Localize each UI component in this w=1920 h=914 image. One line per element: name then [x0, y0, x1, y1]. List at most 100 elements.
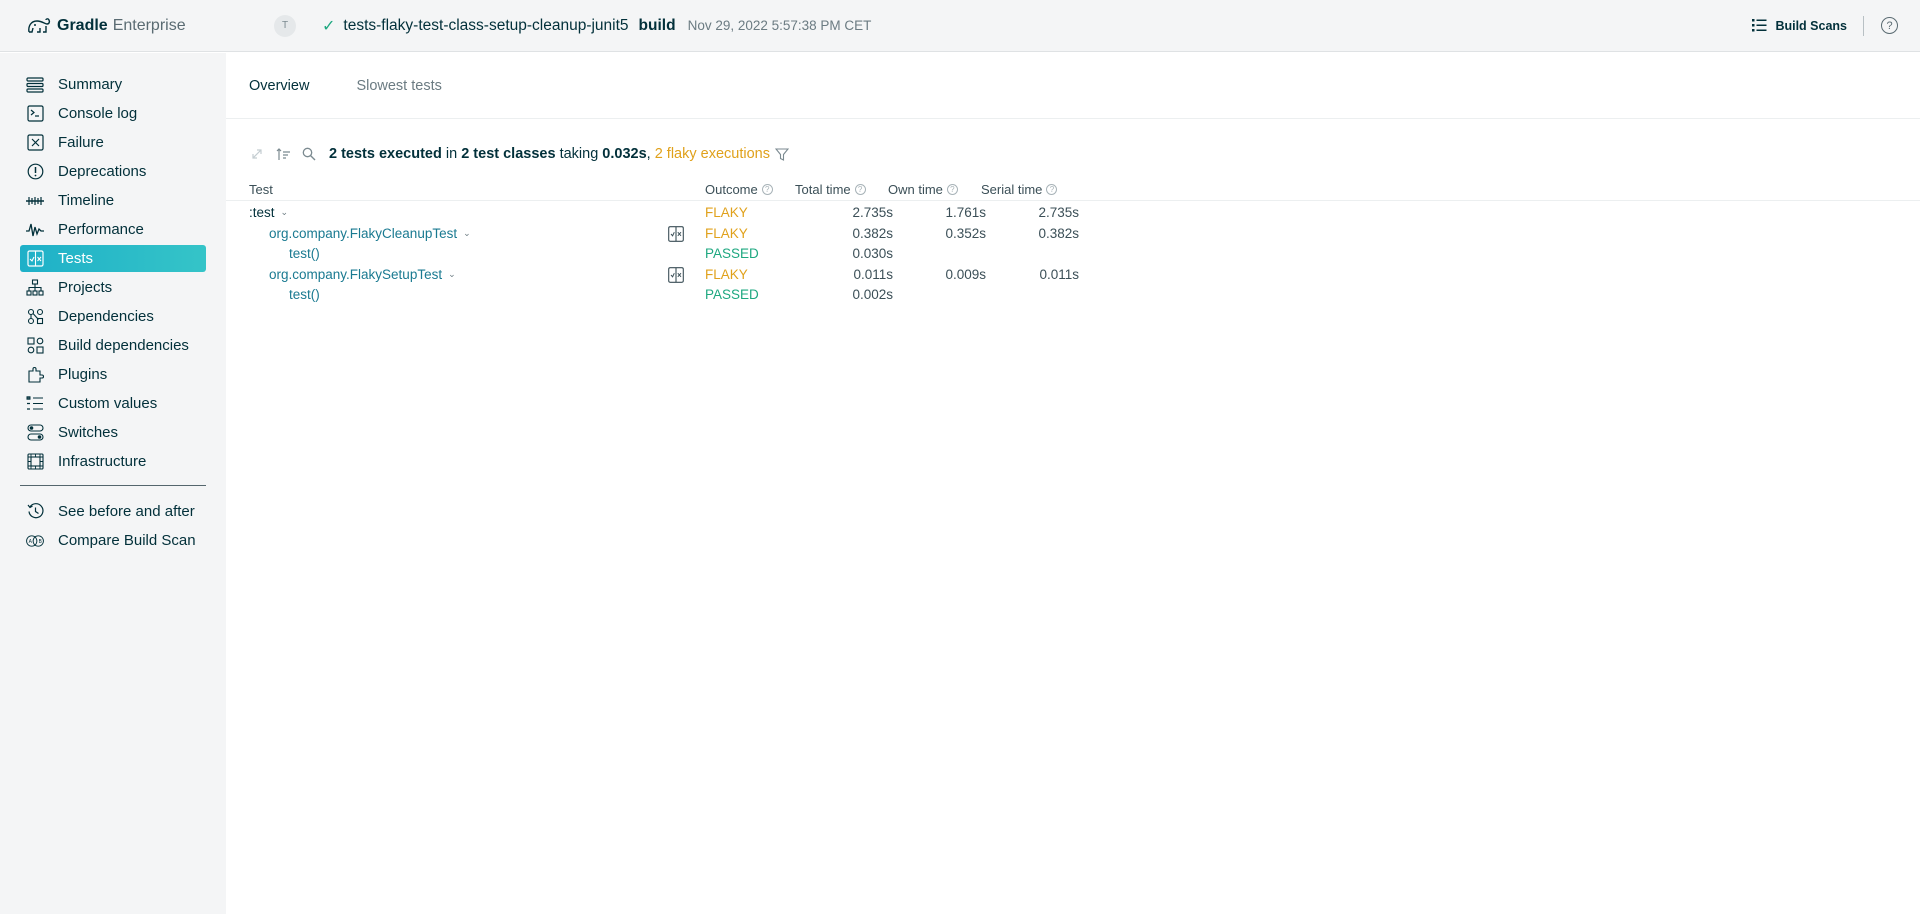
test-name[interactable]: org.company.FlakyCleanupTest ⌄: [269, 226, 471, 241]
flaky-executions-filter[interactable]: 2 flaky executions: [655, 146, 770, 162]
list-icon: [1752, 19, 1767, 32]
sidebar-item-label: Summary: [58, 76, 123, 93]
sort-icon[interactable]: [275, 146, 291, 162]
sidebar-item-label: Console log: [58, 105, 138, 122]
header-test[interactable]: Test: [249, 182, 273, 197]
test-name[interactable]: test(): [289, 287, 320, 302]
sidebar: Summary Console log Failure Deprecations Tim…: [0, 53, 226, 914]
table-body: :test ⌄ FLAKY 2.735s 1.761s 2.735s org.company…: [226, 203, 1920, 306]
sidebar-item-label: Deprecations: [58, 163, 147, 180]
tests-icon: [26, 250, 44, 268]
sidebar-item-build-dependencies[interactable]: Build dependencies: [20, 332, 206, 359]
summary-icon: [26, 76, 44, 94]
build-date: Nov 29, 2022 5:57:38 PM CET: [687, 18, 872, 33]
brand-subname: Enterprise: [112, 16, 186, 34]
history-icon: [26, 503, 44, 521]
header-outcome[interactable]: Outcome?: [705, 182, 773, 197]
table-row[interactable]: org.company.FlakySetupTest ⌄ FLAKY 0.011s 0.…: [226, 265, 1920, 286]
sidebar-item-see-before-and-after[interactable]: See before and after: [20, 498, 206, 525]
logo[interactable]: Gradle Enterprise: [26, 16, 246, 36]
build-scans-link[interactable]: Build Scans: [1752, 19, 1847, 33]
sidebar-item-label: Performance: [58, 221, 144, 238]
table-row[interactable]: :test ⌄ FLAKY 2.735s 1.761s 2.735s: [226, 203, 1920, 224]
test-name[interactable]: test(): [289, 246, 320, 261]
summary-text: 2 tests executed in 2 test classes takin…: [329, 146, 770, 162]
sidebar-item-deprecations[interactable]: Deprecations: [20, 158, 206, 185]
table-row[interactable]: test() PASSED 0.002s: [226, 285, 1920, 306]
header-total-time[interactable]: Total time?: [795, 182, 866, 197]
help-icon[interactable]: ?: [1881, 17, 1898, 34]
sidebar-item-dependencies[interactable]: Dependencies: [20, 303, 206, 330]
sidebar-item-plugins[interactable]: Plugins: [20, 361, 206, 388]
svg-text:A: A: [29, 539, 33, 545]
top-right-actions: Build Scans ?: [1752, 15, 1898, 36]
deprecations-icon: [26, 163, 44, 181]
search-icon[interactable]: [301, 146, 317, 162]
sidebar-item-label: Projects: [58, 279, 113, 296]
performance-icon: [26, 221, 44, 239]
sidebar-nav: Summary Console log Failure Deprecations Tim…: [0, 53, 226, 475]
header-own-time[interactable]: Own time?: [888, 182, 958, 197]
sidebar-item-label: Switches: [58, 424, 119, 441]
tab-slowest-tests[interactable]: Slowest tests: [356, 78, 441, 94]
sidebar-item-performance[interactable]: Performance: [20, 216, 206, 243]
help-icon[interactable]: ?: [1046, 184, 1058, 195]
outcome-badge: FLAKY: [705, 225, 748, 241]
sidebar-item-failure[interactable]: Failure: [20, 129, 206, 156]
sidebar-separator: [20, 485, 206, 486]
sidebar-item-timeline[interactable]: Timeline: [20, 187, 206, 214]
project-name: tests-flaky-test-class-setup-cleanup-jun…: [343, 16, 629, 34]
brand-name: Gradle: [57, 16, 108, 34]
sidebar-item-custom-values[interactable]: Custom values: [20, 390, 206, 417]
sidebar-item-console-log[interactable]: Console log: [20, 100, 206, 127]
test-split-icon[interactable]: [668, 225, 684, 242]
custom-values-icon: [26, 395, 44, 413]
help-icon[interactable]: ?: [761, 184, 773, 195]
expand-icon[interactable]: [249, 146, 265, 162]
header-serial-time[interactable]: Serial time?: [981, 182, 1058, 197]
filter-icon[interactable]: [774, 146, 790, 162]
chevron-down-icon[interactable]: ⌄: [448, 269, 456, 280]
chevron-down-icon[interactable]: ⌄: [463, 228, 471, 239]
header-divider: [1863, 15, 1864, 36]
plugins-icon: [26, 366, 44, 384]
sidebar-item-infrastructure[interactable]: Infrastructure: [20, 448, 206, 475]
table-row[interactable]: org.company.FlakyCleanupTest ⌄ FLAKY 0.382s…: [226, 224, 1920, 245]
sidebar-item-summary[interactable]: Summary: [20, 71, 206, 98]
chevron-down-icon[interactable]: ⌄: [281, 207, 289, 218]
tab-bar: Overview Slowest tests: [226, 53, 1920, 119]
sidebar-item-label: Infrastructure: [58, 453, 147, 470]
table-row[interactable]: test() PASSED 0.030s: [226, 244, 1920, 265]
sidebar-item-tests[interactable]: Tests: [20, 245, 206, 272]
sidebar-item-label: Tests: [58, 250, 94, 267]
help-icon[interactable]: ?: [946, 184, 958, 195]
main-content: Overview Slowest tests 2 tests executed …: [226, 53, 1920, 914]
test-name[interactable]: org.company.FlakySetupTest ⌄: [269, 267, 456, 282]
console-icon: [26, 105, 44, 123]
total-time-value: 0.011s: [853, 266, 893, 282]
sidebar-item-switches[interactable]: Switches: [20, 419, 206, 446]
sidebar-item-projects[interactable]: Projects: [20, 274, 206, 301]
total-time-value: 2.735s: [852, 205, 893, 220]
failure-icon: [26, 134, 44, 152]
sidebar-item-label: Custom values: [58, 395, 158, 412]
sidebar-item-compare-build-scan[interactable]: A B Compare Build Scan: [20, 527, 206, 554]
total-time-value: 0.382s: [852, 225, 893, 241]
build-dependencies-icon: [26, 337, 44, 355]
test-split-icon[interactable]: [668, 266, 684, 283]
tab-overview[interactable]: Overview: [249, 78, 309, 94]
help-icon[interactable]: ?: [854, 184, 866, 195]
serial-time-value: 2.735s: [1038, 205, 1079, 220]
sidebar-item-label: Build dependencies: [58, 337, 189, 354]
total-time-value: 0.002s: [852, 287, 893, 302]
build-scans-label: Build Scans: [1775, 18, 1847, 33]
outcome-badge: FLAKY: [705, 205, 748, 220]
projects-icon: [26, 279, 44, 297]
own-time-value: 0.352s: [945, 225, 986, 241]
avatar[interactable]: T: [274, 14, 296, 37]
sidebar-item-label: See before and after: [58, 503, 195, 520]
outcome-badge: PASSED: [705, 287, 759, 302]
outcome-badge: FLAKY: [705, 266, 748, 282]
switches-icon: [26, 424, 44, 442]
success-check-icon: ✓: [322, 17, 336, 35]
